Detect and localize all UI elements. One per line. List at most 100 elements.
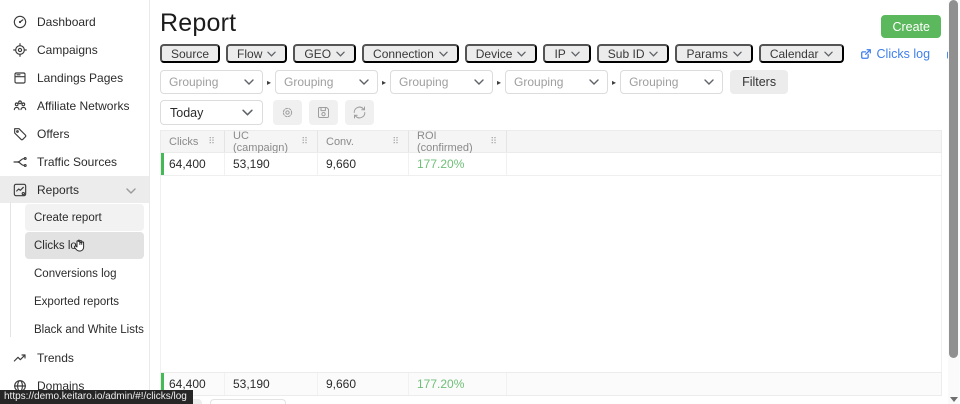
grouping-select-1[interactable]: Grouping (160, 70, 263, 94)
sidebar-item-landings-pages[interactable]: Landings Pages (0, 64, 149, 91)
sidebar-item-campaigns[interactable]: Campaigns (0, 36, 149, 63)
grouping-select-3[interactable]: Grouping (390, 70, 493, 94)
sidebar-item-reports[interactable]: Reports (0, 176, 149, 203)
sidebar-item-traffic-sources[interactable]: Traffic Sources (0, 148, 149, 175)
filter-chip-ip[interactable]: IP (543, 44, 590, 63)
filter-chip-params[interactable]: Params (675, 44, 752, 63)
drag-handle-icon[interactable]: ⠿ (392, 136, 398, 147)
filter-chip-connection[interactable]: Connection (362, 44, 459, 63)
row-accent-bar (161, 153, 164, 175)
sidebar-item-label: Campaigns (37, 43, 98, 57)
app-window: Dashboard Campaigns Landings Pages Affil… (0, 0, 960, 404)
scrollbar-down-arrow-icon[interactable] (950, 397, 958, 402)
column-header-clicks[interactable]: Clicks⠿ (161, 131, 225, 152)
chevron-down-icon (439, 51, 448, 57)
sidebar-item-affiliate-networks[interactable]: Affiliate Networks (0, 92, 149, 119)
scrollbar-thumb[interactable] (949, 0, 958, 358)
arrow-right-separator: ▸ (382, 78, 386, 87)
toolbar-row: Today (160, 100, 374, 125)
campaigns-icon (11, 41, 28, 58)
chevron-down-icon (359, 79, 369, 85)
grouping-select-5[interactable]: Grouping (620, 70, 723, 94)
sidebar-item-label: Reports (37, 183, 79, 197)
grouping-row: Grouping ▸ Grouping ▸ Grouping ▸ Groupin… (160, 70, 788, 94)
filter-chip-sub-id[interactable]: Sub ID (597, 44, 670, 63)
filter-chip-geo[interactable]: GEO (293, 44, 356, 63)
sidebar-subitem-label: Exported reports (34, 296, 119, 308)
dashboard-icon (11, 13, 28, 30)
chevron-down-icon (649, 51, 658, 57)
chevron-down-icon (336, 51, 345, 57)
create-button[interactable]: Create (881, 15, 941, 38)
sidebar-item-trends[interactable]: Trends (0, 344, 149, 371)
arrow-right-separator: ▸ (612, 78, 616, 87)
sidebar-item-label: Traffic Sources (37, 155, 117, 169)
settings-button[interactable] (273, 100, 302, 125)
clicks-log-link[interactable]: Clicks log (860, 47, 931, 61)
table-header-row: Clicks⠿ UC (campaign)⠿ Conv.⠿ ROI (confi… (160, 130, 942, 153)
sidebar-subitem-label: Clicks log (34, 240, 83, 252)
sidebar: Dashboard Campaigns Landings Pages Affil… (0, 0, 150, 404)
cell-clicks: 64,400 (161, 153, 225, 175)
chevron-down-icon (517, 51, 526, 57)
arrow-right-separator: ▸ (497, 78, 501, 87)
sidebar-item-label: Trends (37, 351, 74, 365)
sidebar-subitem-label: Black and White Lists (34, 324, 144, 336)
landings-pages-icon (11, 69, 28, 86)
sidebar-subitem-clicks-log[interactable]: Clicks log (25, 232, 144, 259)
filter-chip-device[interactable]: Device (465, 44, 538, 63)
table-empty-area (160, 176, 942, 372)
refresh-button[interactable] (345, 100, 374, 125)
sidebar-item-label: Landings Pages (37, 71, 123, 85)
footer-cell-uc-campaign: 53,190 (225, 373, 318, 395)
pagination-page-size-select[interactable] (210, 399, 286, 404)
footer-cell-filler (507, 373, 941, 395)
reports-icon (11, 181, 28, 198)
sidebar-subitem-exported-reports[interactable]: Exported reports (25, 288, 144, 315)
column-header-roi-confirmed[interactable]: ROI (confirmed)⠿ (409, 131, 507, 152)
trends-icon (11, 349, 28, 366)
filter-chip-calendar[interactable]: Calendar (759, 44, 844, 63)
column-header-uc-campaign[interactable]: UC (campaign)⠿ (225, 131, 318, 152)
chevron-down-icon (824, 51, 833, 57)
column-header-filler (507, 131, 941, 152)
page-title: Report (160, 9, 236, 38)
save-icon (316, 105, 331, 120)
drag-handle-icon[interactable]: ⠿ (490, 136, 496, 147)
drag-handle-icon[interactable]: ⠿ (301, 136, 307, 147)
sidebar-subitem-conversions-log[interactable]: Conversions log (25, 260, 144, 287)
chevron-down-icon (589, 79, 599, 85)
sidebar-subitem-black-and-white-lists[interactable]: Black and White Lists (25, 316, 144, 343)
affiliate-networks-icon (11, 97, 28, 114)
chevron-down-icon (267, 51, 276, 57)
cell-filler (507, 153, 941, 175)
chevron-down-icon (474, 79, 484, 85)
chevron-down-icon (242, 109, 253, 116)
arrow-right-separator: ▸ (267, 78, 271, 87)
sidebar-subitem-create-report[interactable]: Create report (25, 204, 144, 231)
column-header-conv[interactable]: Conv.⠿ (318, 131, 409, 152)
link-status-bar: https://demo.keitaro.io/admin/#!/clicks/… (0, 390, 193, 404)
table-row[interactable]: 64,400 53,190 9,660 177.20% (160, 153, 942, 176)
external-link-icon (860, 48, 872, 60)
drag-handle-icon[interactable]: ⠿ (208, 136, 214, 147)
sidebar-subitem-label: Create report (34, 212, 102, 224)
grouping-select-4[interactable]: Grouping (505, 70, 608, 94)
filter-chip-source[interactable]: Source (160, 44, 220, 63)
settings-gear-icon (280, 105, 295, 120)
table-footer-row: 64,400 53,190 9,660 177.20% (160, 372, 942, 396)
traffic-sources-icon (11, 153, 28, 170)
vertical-scrollbar[interactable] (948, 0, 959, 404)
sidebar-item-dashboard[interactable]: Dashboard (0, 8, 149, 35)
filter-chip-flow[interactable]: Flow (226, 44, 287, 63)
filters-button[interactable]: Filters (730, 70, 788, 94)
grouping-select-2[interactable]: Grouping (275, 70, 378, 94)
sidebar-item-label: Affiliate Networks (37, 99, 129, 113)
sidebar-item-label: Offers (37, 127, 69, 141)
sidebar-item-offers[interactable]: Offers (0, 120, 149, 147)
chevron-down-icon (244, 79, 254, 85)
offers-icon (11, 125, 28, 142)
date-range-select[interactable]: Today (160, 100, 263, 125)
save-report-button[interactable] (309, 100, 338, 125)
sidebar-subitem-label: Conversions log (34, 268, 116, 280)
